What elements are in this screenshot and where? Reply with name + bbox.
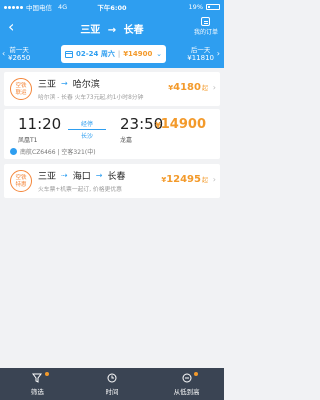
current-date-selector[interactable]: 02-24 周六 | ¥14900 ⌄ — [61, 45, 166, 63]
my-orders-button[interactable]: 我的订单 — [194, 17, 218, 36]
next-day-price: ¥11810 — [187, 54, 214, 62]
orders-icon — [201, 17, 211, 26]
clock-icon — [107, 373, 117, 383]
prev-day-price: ¥2650 — [8, 54, 31, 62]
departure-airport: 凤凰T1 — [18, 137, 38, 144]
combo-route: 三亚 → 哈尔滨 — [38, 79, 100, 90]
prev-day-label: 前一天 — [9, 46, 29, 54]
current-price: ¥14900 — [123, 50, 153, 58]
combo-price: ¥12495起 — [161, 174, 208, 185]
price-sort-icon — [182, 373, 192, 383]
status-bar: 中国电信 4G 下午6:00 19% — [0, 0, 224, 14]
title-from: 三亚 — [80, 25, 101, 36]
bottom-tab-bar: 筛选 时间 从低到高 — [0, 368, 224, 400]
combo-subtitle: 哈尔滨 - 长春 火车73元起,约1小时8分钟 — [38, 95, 144, 101]
date-bar: ‹ 前一天 ¥2650 02-24 周六 | ¥14900 ⌄ › 后一天 ¥1… — [0, 42, 224, 68]
flight-price: ¥14900 — [155, 117, 206, 132]
airline-info: 南航CZ6466 | 空客321(中) — [10, 147, 96, 156]
plane-icon: → — [95, 171, 103, 180]
title-to: 长春 — [123, 25, 144, 36]
chevron-down-icon: ⌄ — [156, 50, 162, 58]
chevron-right-icon: › — [212, 83, 216, 92]
arrival-airport: 龙嘉 — [120, 137, 133, 144]
stopover-info: 经停 长沙 — [68, 119, 106, 140]
prev-day-button[interactable]: ‹ 前一天 ¥2650 — [2, 44, 31, 62]
page-title: 三亚 → 长春 — [0, 21, 224, 36]
current-date: 02-24 周六 — [76, 50, 115, 58]
combo-price: ¥4180起 — [168, 82, 208, 93]
stop-label: 经停 — [80, 121, 93, 128]
combo-tag: 空铁 联运 — [10, 78, 32, 100]
chevron-right-icon: › — [212, 175, 216, 184]
combo-card-haikou[interactable]: 空铁 特惠 三亚 ⇢ 海口 → 长春 火车票+机票一起订, 价格更优惠 ¥124… — [4, 164, 220, 198]
status-time: 下午6:00 — [97, 4, 127, 12]
tab-sort-price[interactable]: 从低到高 — [149, 368, 224, 400]
route-arrow: → — [61, 79, 68, 88]
filter-icon — [32, 373, 43, 383]
combo-card-harbin[interactable]: 空铁 联运 三亚 → 哈尔滨 哈尔滨 - 长春 火车73元起,约1小时8分钟 ¥… — [4, 72, 220, 106]
battery-icon — [206, 4, 220, 10]
combo-subtitle: 火车票+机票一起订, 价格更优惠 — [38, 187, 122, 193]
header: ‹ 三亚 → 长春 我的订单 — [0, 14, 224, 42]
chevron-right-icon: › — [216, 49, 220, 58]
sort-badge — [194, 372, 199, 376]
next-day-button[interactable]: › 后一天 ¥11810 — [187, 44, 220, 62]
departure-time: 11:20 — [18, 115, 62, 133]
combo-tag: 空铁 特惠 — [10, 170, 32, 192]
filter-badge — [45, 372, 49, 376]
stop-city: 长沙 — [80, 133, 93, 140]
next-day-label: 后一天 — [190, 46, 211, 54]
title-arrow: → — [107, 25, 117, 36]
tab-filter[interactable]: 筛选 — [0, 368, 75, 400]
airline-logo-icon — [10, 148, 17, 155]
flight-card[interactable]: 11:20 经停 长沙 23:50 凤凰T1 龙嘉 ¥14900 南航CZ646… — [4, 109, 220, 159]
chevron-left-icon: ‹ — [2, 49, 6, 58]
tab-time[interactable]: 时间 — [75, 368, 150, 400]
my-orders-label: 我的订单 — [193, 29, 218, 36]
calendar-icon — [65, 50, 73, 58]
combo-route: 三亚 ⇢ 海口 → 长春 — [38, 171, 126, 182]
train-icon: ⇢ — [61, 171, 68, 180]
route-line — [68, 129, 106, 130]
